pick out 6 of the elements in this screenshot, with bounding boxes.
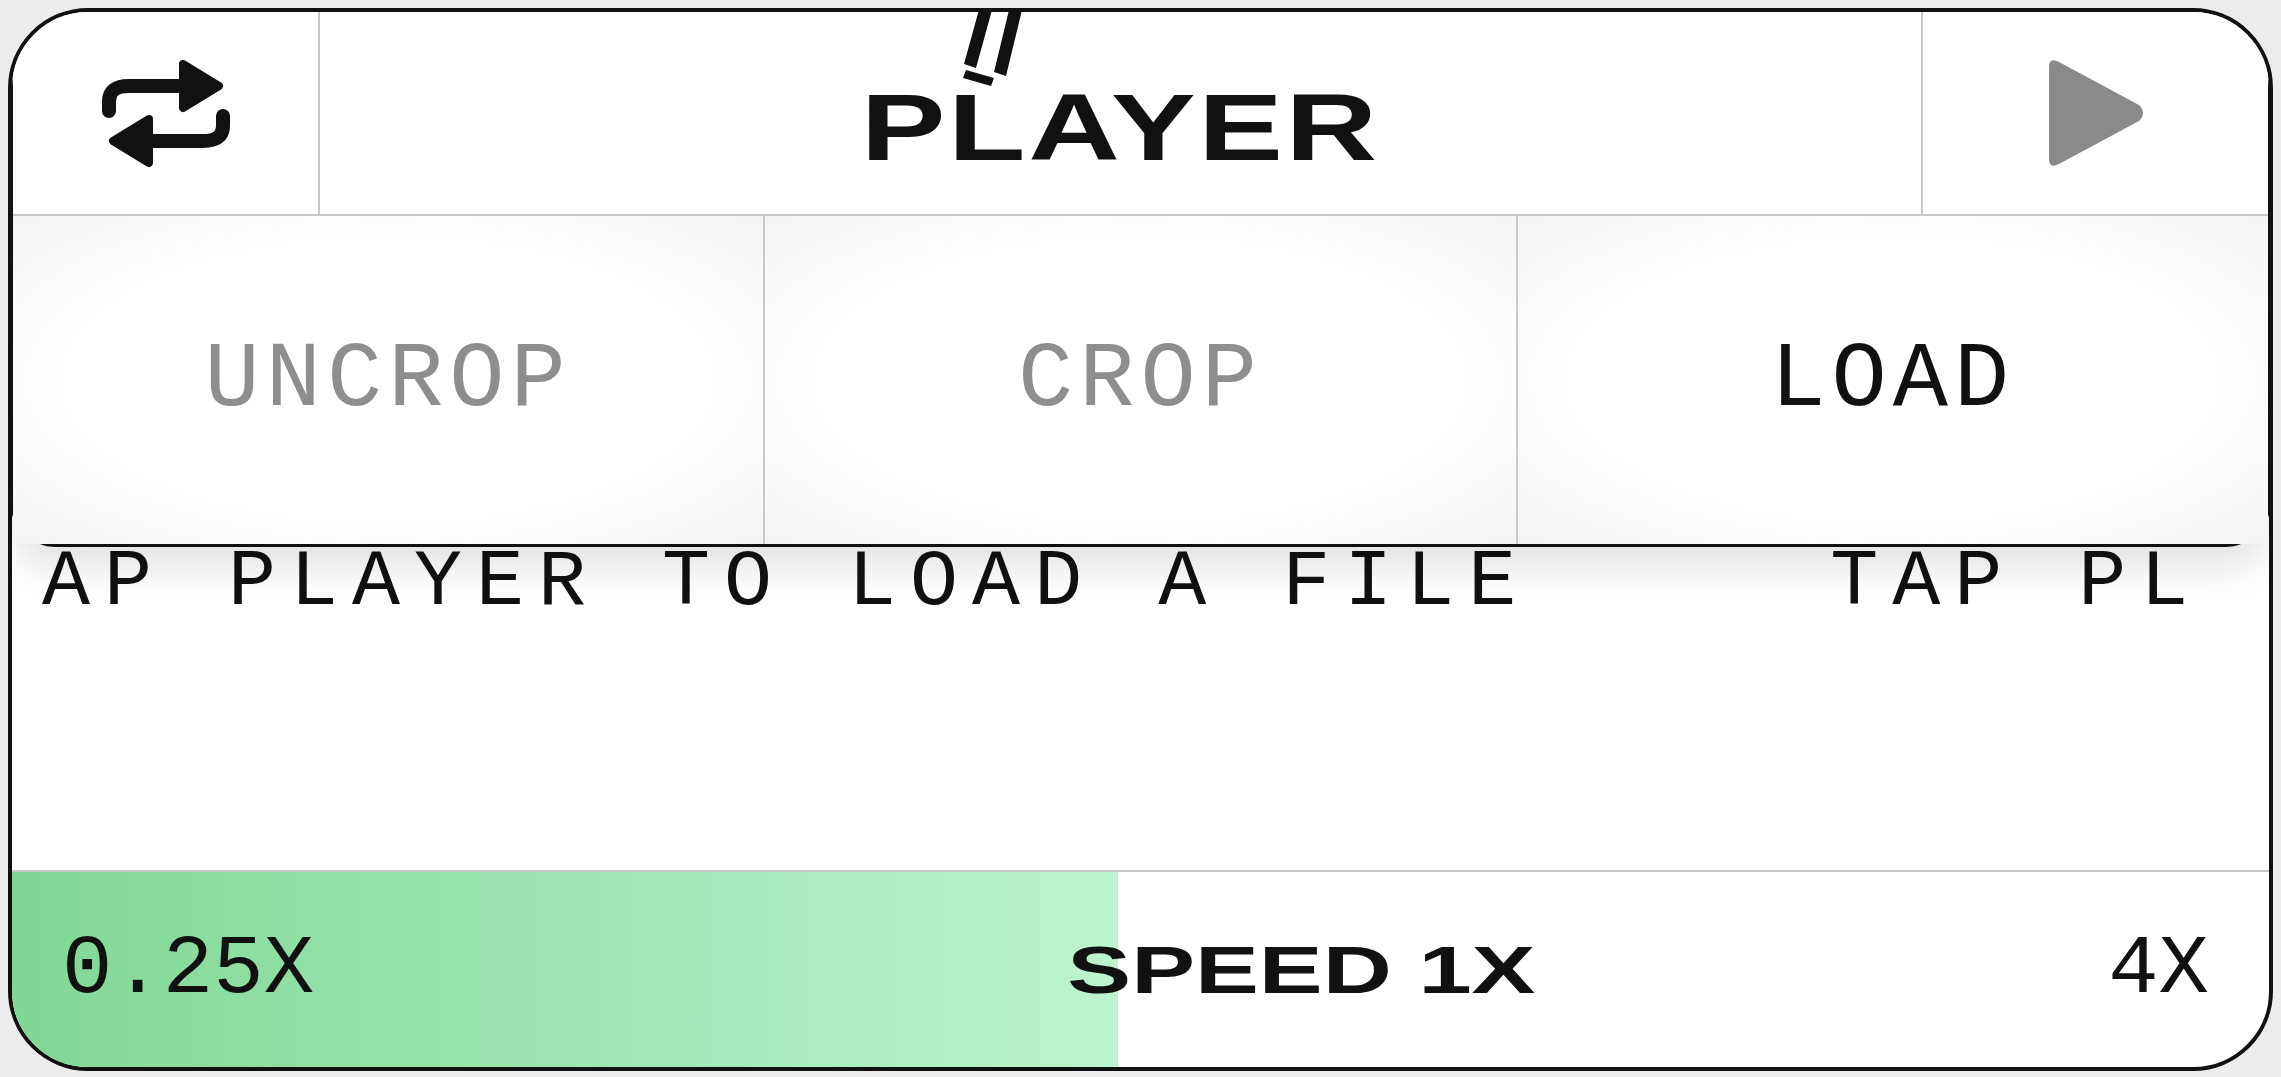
player-title: PLAYER xyxy=(860,74,1381,182)
min-speed-label: 0.25X xyxy=(62,922,315,1017)
speed-slider[interactable]: 0.25X SPEED 1X 4X xyxy=(12,870,2269,1067)
action-button[interactable]: LOAD xyxy=(1515,216,2268,544)
max-speed-label: 4X xyxy=(2108,922,2209,1017)
speed-label: SPEED 1X xyxy=(1067,931,1536,1008)
